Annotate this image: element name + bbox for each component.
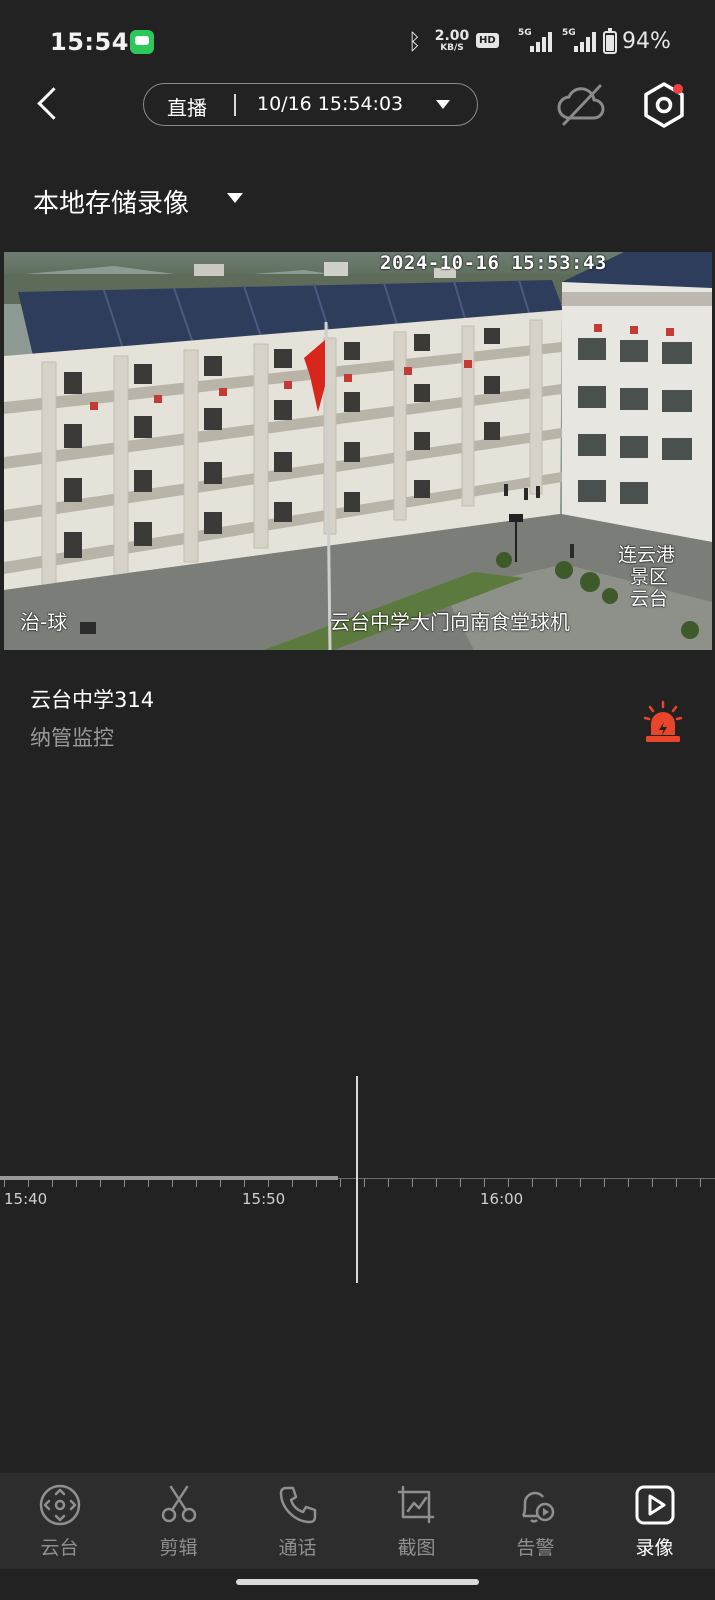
timeline-tick: [412, 1179, 413, 1187]
nav-label: 剪辑: [159, 1537, 198, 1559]
timeline-tick: [556, 1179, 557, 1187]
network-speed-value: 2.00: [434, 28, 470, 44]
bluetooth-icon: ᛒ: [408, 30, 422, 55]
timeline-tick: [532, 1179, 533, 1187]
signal-icon: 5G: [518, 28, 558, 54]
device-name: 云台中学314: [30, 688, 155, 712]
timeline-tick: [4, 1179, 5, 1187]
caret-down-icon: [227, 193, 243, 203]
timeline-tick: [220, 1179, 221, 1187]
signal-label: 5G: [562, 28, 576, 38]
timeline-tick: [292, 1179, 293, 1187]
message-app-icon: [130, 30, 154, 54]
storage-source-label: 本地存储录像: [33, 189, 190, 219]
alarm-light-icon: [643, 700, 683, 742]
timeline-tick: [484, 1179, 485, 1187]
live-mode-label: 直播: [167, 96, 207, 120]
status-time: 15:54: [50, 28, 129, 56]
cloud-off-icon: [557, 84, 605, 126]
battery-percent: 94%: [622, 29, 671, 54]
nav-label: 截图: [397, 1537, 436, 1559]
timeline-tick: [100, 1179, 101, 1187]
back-button[interactable]: [30, 82, 70, 126]
timeline-tick: [652, 1179, 653, 1187]
network-speed-unit: KB/S: [440, 43, 464, 53]
phone-icon: [279, 1486, 317, 1524]
timeline-tick: [196, 1179, 197, 1187]
timeline-tick: [28, 1179, 29, 1187]
timeline-tick: [340, 1179, 341, 1187]
home-indicator[interactable]: [236, 1579, 479, 1585]
status-bar: 15:54 ᛒ 2.00 KB/S HD 5G 5G 94%: [0, 0, 715, 86]
timeline-label: 16:00: [480, 1190, 524, 1208]
scissors-icon: [161, 1485, 197, 1523]
camera-feed-image: [4, 252, 712, 650]
alarm-button[interactable]: [643, 700, 683, 744]
nav-call[interactable]: 通话: [238, 1473, 357, 1569]
location-overlay: 云台: [630, 588, 669, 610]
nav-ptz[interactable]: 云台: [0, 1473, 119, 1569]
timeline-tick: [508, 1179, 509, 1187]
timeline-tick: [244, 1179, 245, 1187]
playback-datetime: 10/16 15:54:03: [257, 93, 404, 115]
nav-label: 云台: [40, 1537, 79, 1559]
timeline-tick: [388, 1179, 389, 1187]
timeline-axis: [338, 1178, 715, 1179]
video-timestamp: 2024-10-16 15:53:43: [380, 252, 607, 274]
battery-icon: [603, 28, 617, 54]
nav-clip[interactable]: 剪辑: [119, 1473, 238, 1569]
network-speed: 2.00 KB/S: [432, 29, 472, 53]
alert-bell-icon: [521, 1491, 555, 1523]
timeline-tick: [52, 1179, 53, 1187]
timeline-tick: [76, 1179, 77, 1187]
timeline-tick: [604, 1179, 605, 1187]
timeline-tick: [580, 1179, 581, 1187]
screenshot-icon: [397, 1485, 435, 1524]
device-category: 纳管监控: [30, 726, 114, 750]
timeline-tick: [364, 1179, 365, 1187]
timeline-tick: [172, 1179, 173, 1187]
live-mode-selector[interactable]: 直播 10/16 15:54:03: [143, 83, 478, 126]
timeline-tick: [628, 1179, 629, 1187]
bottom-toolbar: 云台 剪辑 通话 截图 告警 录像: [0, 1473, 715, 1569]
cloud-off-button[interactable]: [556, 82, 608, 128]
timeline-tick: [148, 1179, 149, 1187]
nav-label: 录像: [635, 1537, 674, 1559]
timeline-tick: [316, 1179, 317, 1187]
nav-alerts[interactable]: 告警: [476, 1473, 595, 1569]
timeline-tick: [436, 1179, 437, 1187]
timeline-label: 15:40: [4, 1190, 48, 1208]
camera-name-overlay: 云台中学大门向南食堂球机: [330, 610, 570, 634]
nav-label: 通话: [278, 1537, 317, 1559]
hd-voice-badge: HD: [476, 33, 499, 48]
timeline-cursor[interactable]: [356, 1076, 358, 1283]
timeline-tick: [700, 1179, 701, 1187]
ptz-icon: [39, 1484, 81, 1526]
chevron-down-icon: [436, 100, 450, 109]
recorded-segment: [0, 1176, 338, 1180]
signal-label: 5G: [518, 28, 532, 38]
notification-dot: [673, 84, 683, 94]
timeline-tick: [268, 1179, 269, 1187]
video-record-icon: [635, 1485, 675, 1525]
signal-icon: 5G: [562, 28, 602, 54]
nav-screenshot[interactable]: 截图: [357, 1473, 476, 1569]
timeline-label: 15:50: [242, 1190, 286, 1208]
video-player[interactable]: 2024-10-16 15:53:43 治-球 云台中学大门向南食堂球机 连云港…: [4, 252, 712, 650]
playback-timeline[interactable]: 15:40 15:50 16:00: [0, 1070, 715, 1290]
nav-recording[interactable]: 录像: [595, 1473, 714, 1569]
timeline-tick: [460, 1179, 461, 1187]
video-overlay-left: 治-球: [20, 610, 68, 634]
divider: [234, 94, 236, 116]
storage-source-dropdown[interactable]: 本地存储录像: [33, 180, 253, 220]
nav-label: 告警: [516, 1537, 555, 1559]
timeline-tick: [676, 1179, 677, 1187]
timeline-tick: [124, 1179, 125, 1187]
